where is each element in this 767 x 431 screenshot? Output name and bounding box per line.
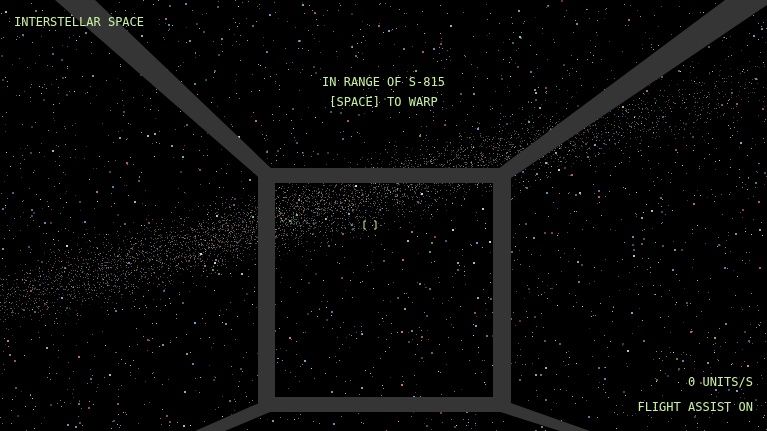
game-screen: INTERSTELLAR SPACE IN RANGE OF S-815[SPA… <box>0 0 767 431</box>
flight-assist-status: FLIGHT ASSIST ON <box>637 397 753 417</box>
hud: INTERSTELLAR SPACE IN RANGE OF S-815[SPA… <box>0 0 767 431</box>
prompt-line: [SPACE] TO WARP <box>329 92 437 112</box>
crosshair-icon <box>364 221 376 229</box>
cockpit-frame <box>0 0 767 431</box>
prompt-line: IN RANGE OF S-815 <box>322 72 445 92</box>
warp-prompt: IN RANGE OF S-815[SPACE] TO WARP <box>14 72 753 112</box>
speed-readout: 0 UNITS/S <box>688 372 753 392</box>
flight-status: 0 UNITS/S FLIGHT ASSIST ON <box>14 372 753 417</box>
location-label: INTERSTELLAR SPACE <box>14 12 144 32</box>
